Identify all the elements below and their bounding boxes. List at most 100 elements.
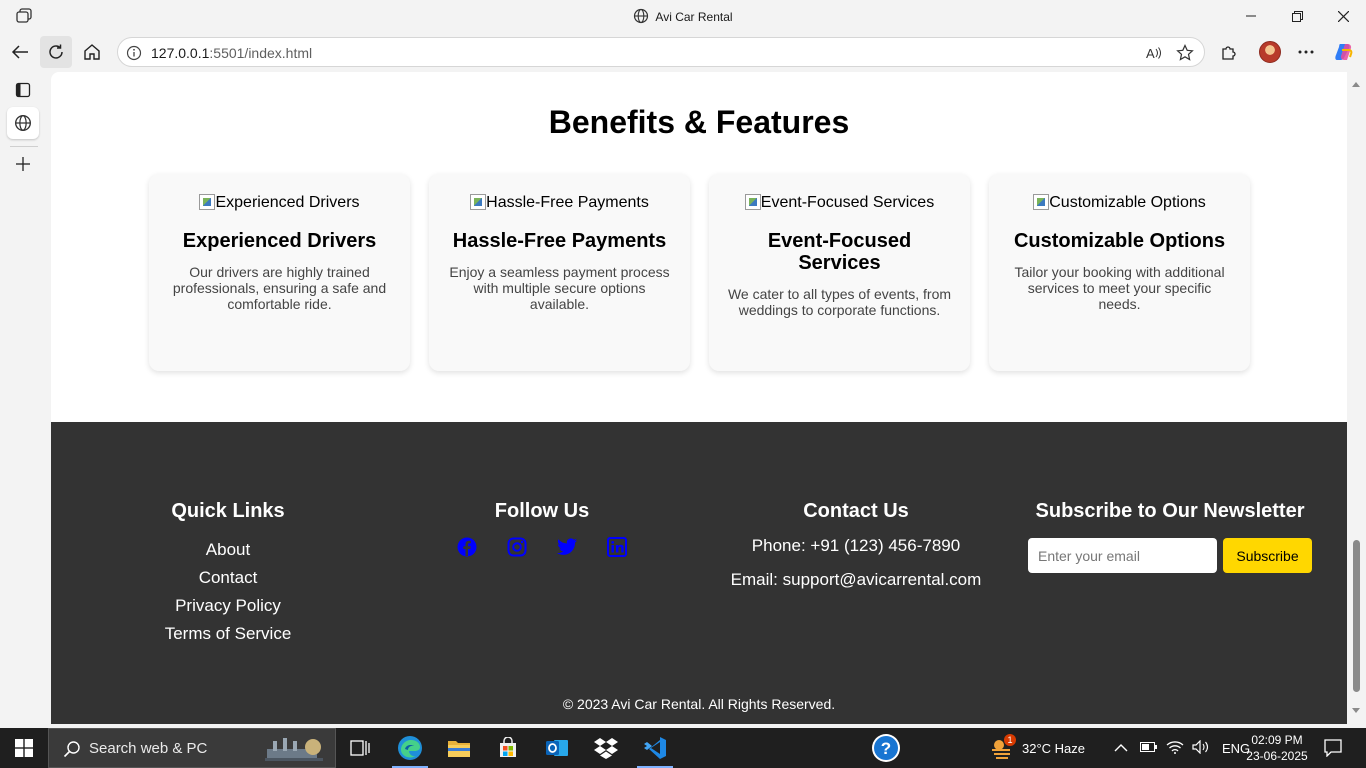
- svg-text:A: A: [1146, 46, 1155, 61]
- taskbar-edge[interactable]: [386, 728, 434, 768]
- start-button[interactable]: [0, 728, 48, 768]
- instagram-icon[interactable]: [506, 536, 528, 558]
- newsletter-section: Subscribe to Our Newsletter Subscribe: [1028, 500, 1312, 573]
- features-heading: Benefits & Features: [548, 104, 850, 140]
- help-icon: ?: [872, 734, 900, 762]
- back-button[interactable]: [4, 36, 36, 68]
- more-menu-button[interactable]: [1290, 36, 1322, 68]
- copyright-text: © 2023 Avi Car Rental. All Rights Reserv…: [562, 696, 836, 712]
- battery-icon[interactable]: [1140, 741, 1160, 756]
- quick-links-list: About Contact Privacy Policy Terms of Se…: [128, 536, 328, 648]
- profile-avatar[interactable]: [1254, 36, 1286, 68]
- dropbox-icon: [594, 738, 618, 759]
- footer-link-terms-of-service[interactable]: Terms of Service: [128, 620, 328, 648]
- site-info-icon[interactable]: [126, 45, 142, 66]
- taskbar-file-explorer[interactable]: [435, 728, 483, 768]
- feature-card: Hassle-Free Payments Hassle-Free Payment…: [429, 174, 690, 371]
- page-viewport: Benefits & Features Experienced Drivers …: [51, 72, 1347, 724]
- store-icon: [500, 737, 516, 757]
- windows-taskbar: Search web & PC ? 1 32°C Haze ENG 02:09 …: [0, 728, 1366, 768]
- twitter-icon[interactable]: [556, 536, 578, 558]
- taskbar-search-placeholder: Search web & PC: [89, 739, 208, 757]
- weather-widget[interactable]: 1 32°C Haze: [990, 728, 1085, 768]
- taskbar-outlook[interactable]: [533, 728, 581, 768]
- refresh-button[interactable]: [40, 36, 72, 68]
- scroll-up-arrow-icon[interactable]: [1352, 82, 1360, 87]
- show-hidden-icons-chevron-icon[interactable]: [1114, 741, 1132, 756]
- linkedin-icon[interactable]: [606, 536, 628, 558]
- newsletter-email-input[interactable]: [1028, 538, 1217, 573]
- feature-image-broken: Event-Focused Services: [727, 194, 952, 212]
- follow-us-heading: Follow Us: [494, 500, 590, 522]
- taskbar-store[interactable]: [484, 728, 532, 768]
- follow-us-section: Follow Us: [442, 500, 642, 558]
- subscribe-button[interactable]: Subscribe: [1223, 538, 1312, 573]
- taskbar-search-box[interactable]: Search web & PC: [48, 728, 336, 768]
- feature-card-title: Customizable Options: [1013, 230, 1226, 252]
- taskbar-dropbox[interactable]: [582, 728, 630, 768]
- browser-title-bar: Avi Car Rental: [0, 0, 1366, 32]
- weather-badge: 1: [1004, 734, 1016, 746]
- feature-image-alt: Customizable Options: [1049, 194, 1206, 211]
- scrollbar-thumb[interactable]: [1353, 540, 1360, 692]
- footer-link-about[interactable]: About: [128, 536, 328, 564]
- system-tray: ENG: [1114, 728, 1250, 768]
- weather-text: 32°C Haze: [1022, 740, 1086, 756]
- copilot-button[interactable]: [1328, 36, 1360, 68]
- feature-image-broken: Experienced Drivers: [167, 194, 392, 212]
- task-view-button[interactable]: [336, 728, 384, 768]
- clock-time: 02:09 PM: [1251, 733, 1303, 747]
- feature-card-title: Hassle-Free Payments: [452, 230, 667, 252]
- restore-button[interactable]: [1274, 0, 1320, 32]
- facebook-icon[interactable]: [456, 536, 478, 558]
- tab-divider: [10, 146, 38, 147]
- broken-image-icon: [470, 194, 487, 210]
- quick-links-heading: Quick Links: [171, 500, 285, 522]
- tab-actions-button[interactable]: [7, 74, 39, 106]
- vertical-tab-strip: [0, 72, 47, 728]
- newsletter-form: Subscribe: [1028, 538, 1312, 573]
- read-aloud-icon[interactable]: A: [1145, 44, 1163, 67]
- taskbar-vscode[interactable]: [631, 728, 679, 768]
- page-scrollbar[interactable]: [1347, 72, 1366, 724]
- feature-card: Event-Focused Services Event-Focused Ser…: [709, 174, 970, 371]
- volume-icon[interactable]: [1192, 739, 1212, 757]
- footer-link-privacy-policy[interactable]: Privacy Policy: [128, 592, 328, 620]
- tab-avi-car-rental[interactable]: [7, 107, 39, 139]
- feature-image-alt: Hassle-Free Payments: [486, 194, 649, 211]
- close-window-button[interactable]: [1320, 0, 1366, 32]
- wifi-icon[interactable]: [1166, 740, 1186, 757]
- broken-image-icon: [1033, 194, 1050, 210]
- home-button[interactable]: [76, 36, 108, 68]
- notification-center-button[interactable]: [1310, 728, 1356, 768]
- feature-image-broken: Hassle-Free Payments: [447, 194, 672, 212]
- feature-card-title: Event-Focused Services: [767, 230, 912, 274]
- feature-image-alt: Experienced Drivers: [215, 194, 360, 211]
- feature-card-text: Tailor your booking with additional serv…: [1014, 264, 1225, 312]
- tab-globe-icon: [15, 115, 31, 131]
- clock-date: 23-06-2025: [1246, 749, 1308, 763]
- taskbar-help[interactable]: ?: [862, 728, 910, 768]
- feature-card-text: Our drivers are highly trained professio…: [172, 264, 387, 312]
- feature-image-alt: Event-Focused Services: [760, 194, 935, 211]
- folder-icon: [448, 741, 470, 757]
- feature-image-broken: Customizable Options: [1007, 194, 1232, 212]
- window-title: Avi Car Rental: [0, 8, 1366, 27]
- favorite-star-icon[interactable]: [1176, 44, 1194, 67]
- new-tab-button[interactable]: [7, 148, 39, 180]
- url-text[interactable]: 127.0.0.1:5501/index.html: [151, 45, 312, 61]
- search-icon: [63, 740, 81, 763]
- social-links: [442, 536, 642, 558]
- windows-logo-icon: [15, 739, 33, 757]
- extensions-button[interactable]: [1213, 36, 1245, 68]
- footer-link-contact[interactable]: Contact: [128, 564, 328, 592]
- url-host: 127.0.0.1: [151, 45, 210, 61]
- feature-card-text: We cater to all types of events, from we…: [727, 286, 952, 318]
- notification-icon: [1324, 739, 1342, 757]
- address-bar[interactable]: 127.0.0.1:5501/index.html A: [117, 37, 1205, 67]
- minimize-button[interactable]: [1228, 0, 1274, 32]
- newsletter-heading: Subscribe to Our Newsletter: [1035, 500, 1305, 522]
- taskbar-clock[interactable]: 02:09 PM 23-06-2025: [1246, 732, 1308, 764]
- feature-card: Experienced Drivers Experienced Drivers …: [149, 174, 410, 371]
- scroll-down-arrow-icon[interactable]: [1352, 708, 1360, 713]
